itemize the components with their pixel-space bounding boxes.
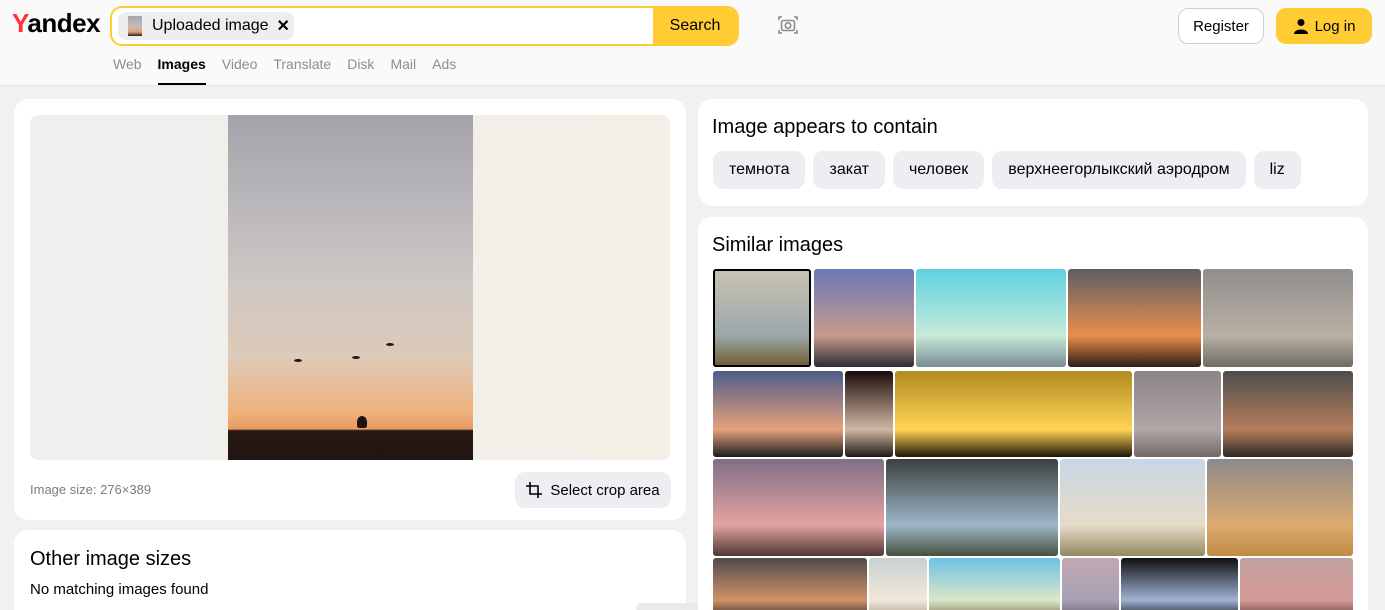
tab-ads[interactable]: Ads [432,56,456,85]
user-icon [1293,19,1308,34]
uploaded-image-thumbnail [128,16,142,36]
parachute-silhouette [386,343,394,346]
similar-image-thumbnail[interactable] [1207,459,1353,556]
similar-image-thumbnail[interactable] [895,371,1132,457]
tab-translate[interactable]: Translate [273,56,331,85]
tab-disk[interactable]: Disk [347,56,374,85]
register-button[interactable]: Register [1178,8,1264,44]
image-preview-card: Image size: 276×389 Select crop area [14,99,686,520]
image-preview[interactable] [30,115,670,460]
yandex-logo[interactable]: Yandex [12,8,101,39]
parachute-silhouette [294,359,302,362]
no-results-message: No matching images found [30,581,209,598]
uploaded-photo [228,115,473,460]
similar-image-thumbnail[interactable] [845,371,893,457]
similar-image-thumbnail[interactable] [1060,459,1205,556]
similar-image-thumbnail[interactable] [814,269,914,367]
search-button[interactable]: Search [653,8,737,44]
similar-image-thumbnail[interactable] [916,269,1066,367]
similar-images-title: Similar images [712,234,844,256]
remove-image-icon[interactable]: ✕ [277,16,290,36]
image-size-text: Image size: 276×389 [30,482,152,497]
parachute-silhouette [352,356,360,359]
similar-image-thumbnail[interactable] [1062,558,1119,610]
similar-image-thumbnail[interactable] [1223,371,1353,457]
logo-letter: Y [12,8,28,38]
tag-list: темнота закат человек верхнеегорлыкский … [713,151,1301,189]
uploaded-image-label: Uploaded image [152,17,269,34]
tree-silhouette [357,416,367,428]
similar-image-thumbnail[interactable] [1121,558,1238,610]
similar-image-thumbnail[interactable] [1134,371,1221,457]
similar-image-thumbnail[interactable] [869,558,927,610]
tab-mail[interactable]: Mail [390,56,416,85]
similar-image-thumbnail[interactable] [886,459,1058,556]
tag-chip[interactable]: верхнеегорлыкский аэродром [992,151,1246,189]
header: Yandex Uploaded image ✕ Search Register … [0,0,1385,86]
scroll-up-button[interactable] [636,603,704,610]
similar-image-thumbnail[interactable] [1068,269,1201,367]
other-sizes-card: Other image sizes No matching images fou… [14,530,686,610]
login-button[interactable]: Log in [1276,8,1372,44]
tag-chip[interactable]: темнота [713,151,806,189]
crop-icon [526,482,543,498]
tag-chip[interactable]: закат [813,151,885,189]
crop-button-label: Select crop area [550,481,660,499]
tab-web[interactable]: Web [113,56,142,85]
tab-images[interactable]: Images [157,56,206,85]
tag-chip[interactable]: liz [1253,151,1301,189]
similar-image-thumbnail[interactable] [1240,558,1353,610]
select-crop-area-button[interactable]: Select crop area [515,472,671,508]
uploaded-image-chip[interactable]: Uploaded image ✕ [118,12,294,40]
other-sizes-title: Other image sizes [30,548,192,570]
similar-image-thumbnail[interactable] [929,558,1060,610]
tag-chip[interactable]: человек [892,151,985,189]
tab-video[interactable]: Video [222,56,258,85]
search-tabs: Web Images Video Translate Disk Mail Ads [113,56,456,85]
image-contains-card: Image appears to contain темнота закат ч… [698,99,1368,206]
logo-text: andex [27,8,101,38]
login-label: Log in [1314,17,1356,35]
similar-image-thumbnail[interactable] [713,558,867,610]
similar-images-card: Similar images [698,217,1368,610]
similar-image-thumbnail[interactable] [1203,269,1353,367]
similar-image-thumbnail[interactable] [713,269,811,367]
search-box[interactable]: Uploaded image ✕ Search [110,6,739,46]
similar-image-thumbnail[interactable] [713,459,884,556]
similar-image-thumbnail[interactable] [713,371,843,457]
contains-title: Image appears to contain [712,116,938,138]
camera-icon[interactable] [776,14,800,36]
